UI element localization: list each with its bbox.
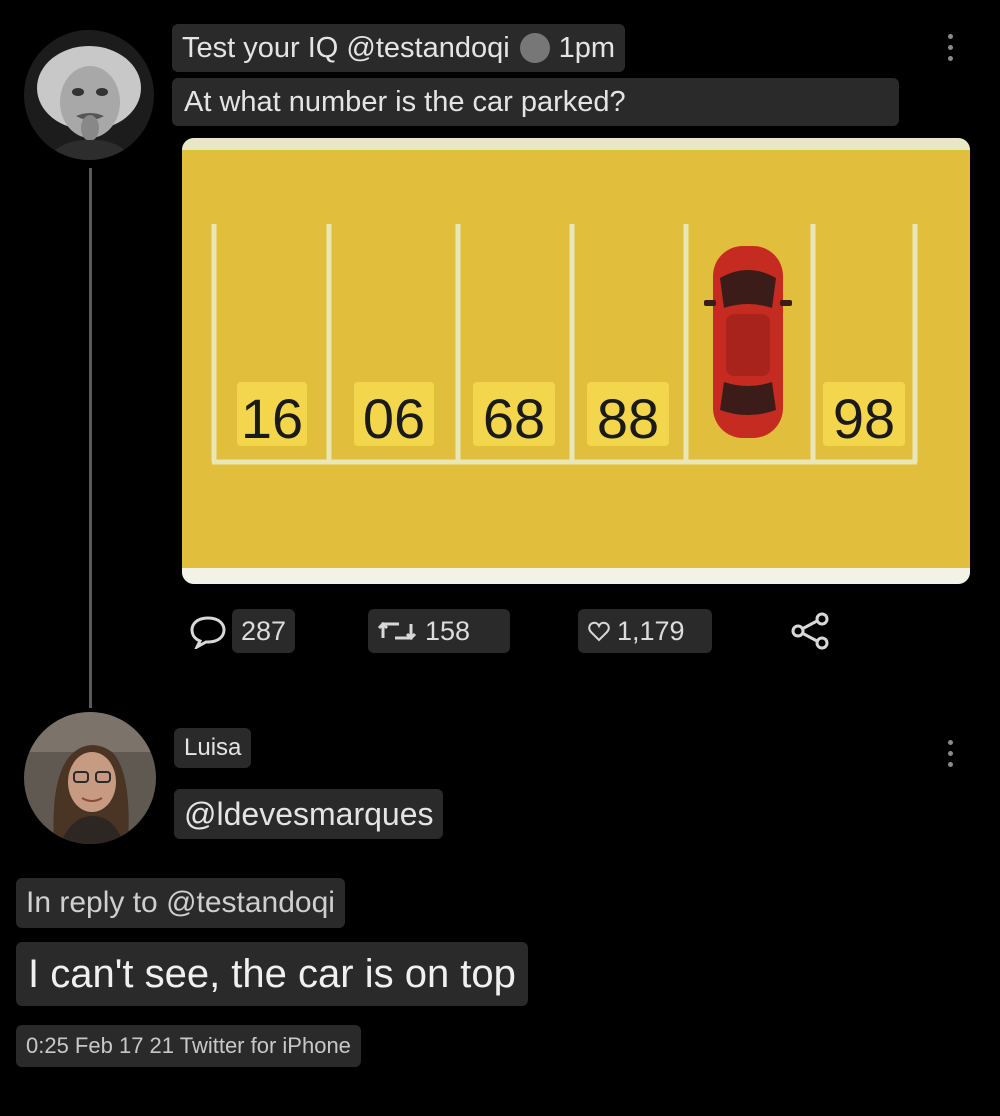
in-reply-to-text: In reply to @testandoqi: [26, 886, 335, 919]
tweet-image[interactable]: 16 06 68 88 98: [182, 138, 970, 584]
reply-author-name[interactable]: Luisa: [174, 728, 252, 768]
heart-icon: [588, 621, 610, 642]
separator-dot-icon: [519, 33, 550, 63]
comment-icon: [190, 616, 226, 649]
reply-handle-text: @ldevesmarques: [184, 795, 434, 832]
retweet-count: 158: [425, 615, 471, 646]
comment-count: 287: [241, 615, 287, 646]
reply-meta: 0:25 Feb 17 21 Twitter for iPhone: [16, 1025, 361, 1067]
like-count: 1,179: [617, 615, 685, 646]
in-reply-to[interactable]: In reply to @testandoqi: [16, 878, 345, 928]
tweet-header: Test your IQ @testandoqi 1pm: [172, 24, 626, 72]
spot-number-1: 16: [241, 387, 303, 450]
car-icon: [704, 246, 792, 438]
reply-timestamp: 0:25 Feb 17 21 Twitter for iPhone: [26, 1033, 351, 1058]
parking-lot-illustration: 16 06 68 88 98: [211, 224, 918, 465]
image-bottom-strip: [182, 568, 970, 584]
tweet-text: At what number is the car parked?: [172, 78, 899, 126]
reply-avatar-image: [24, 712, 156, 844]
reply-name-text: Luisa: [184, 734, 242, 761]
author-avatar[interactable]: [24, 30, 154, 160]
tweet-question: At what number is the car parked?: [184, 85, 626, 118]
retweet-icon: [377, 621, 417, 641]
reply-avatar[interactable]: [24, 712, 156, 844]
share-button[interactable]: [790, 606, 834, 656]
reply-body: I can't see, the car is on top: [28, 951, 516, 996]
spot-number-5: 98: [833, 387, 895, 450]
tweet-author-title[interactable]: Test your IQ @testandoqi: [182, 32, 510, 65]
like-stat[interactable]: 1,179: [578, 606, 712, 656]
more-options-icon[interactable]: [947, 740, 953, 767]
more-options-icon[interactable]: [947, 34, 953, 61]
spot-number-4: 88: [597, 387, 659, 450]
spot-number-3: 68: [483, 387, 545, 450]
retweet-stat[interactable]: 158: [368, 606, 510, 656]
comment-stat[interactable]: 287: [188, 606, 296, 656]
reply-author-handle[interactable]: @ldevesmarques: [174, 789, 444, 839]
author-avatar-image: [24, 30, 154, 160]
thread-line: [89, 168, 92, 708]
reply-text: I can't see, the car is on top: [16, 942, 528, 1006]
share-icon: [791, 612, 829, 650]
spot-number-2: 06: [363, 387, 425, 450]
tweet-time: 1pm: [558, 31, 616, 64]
